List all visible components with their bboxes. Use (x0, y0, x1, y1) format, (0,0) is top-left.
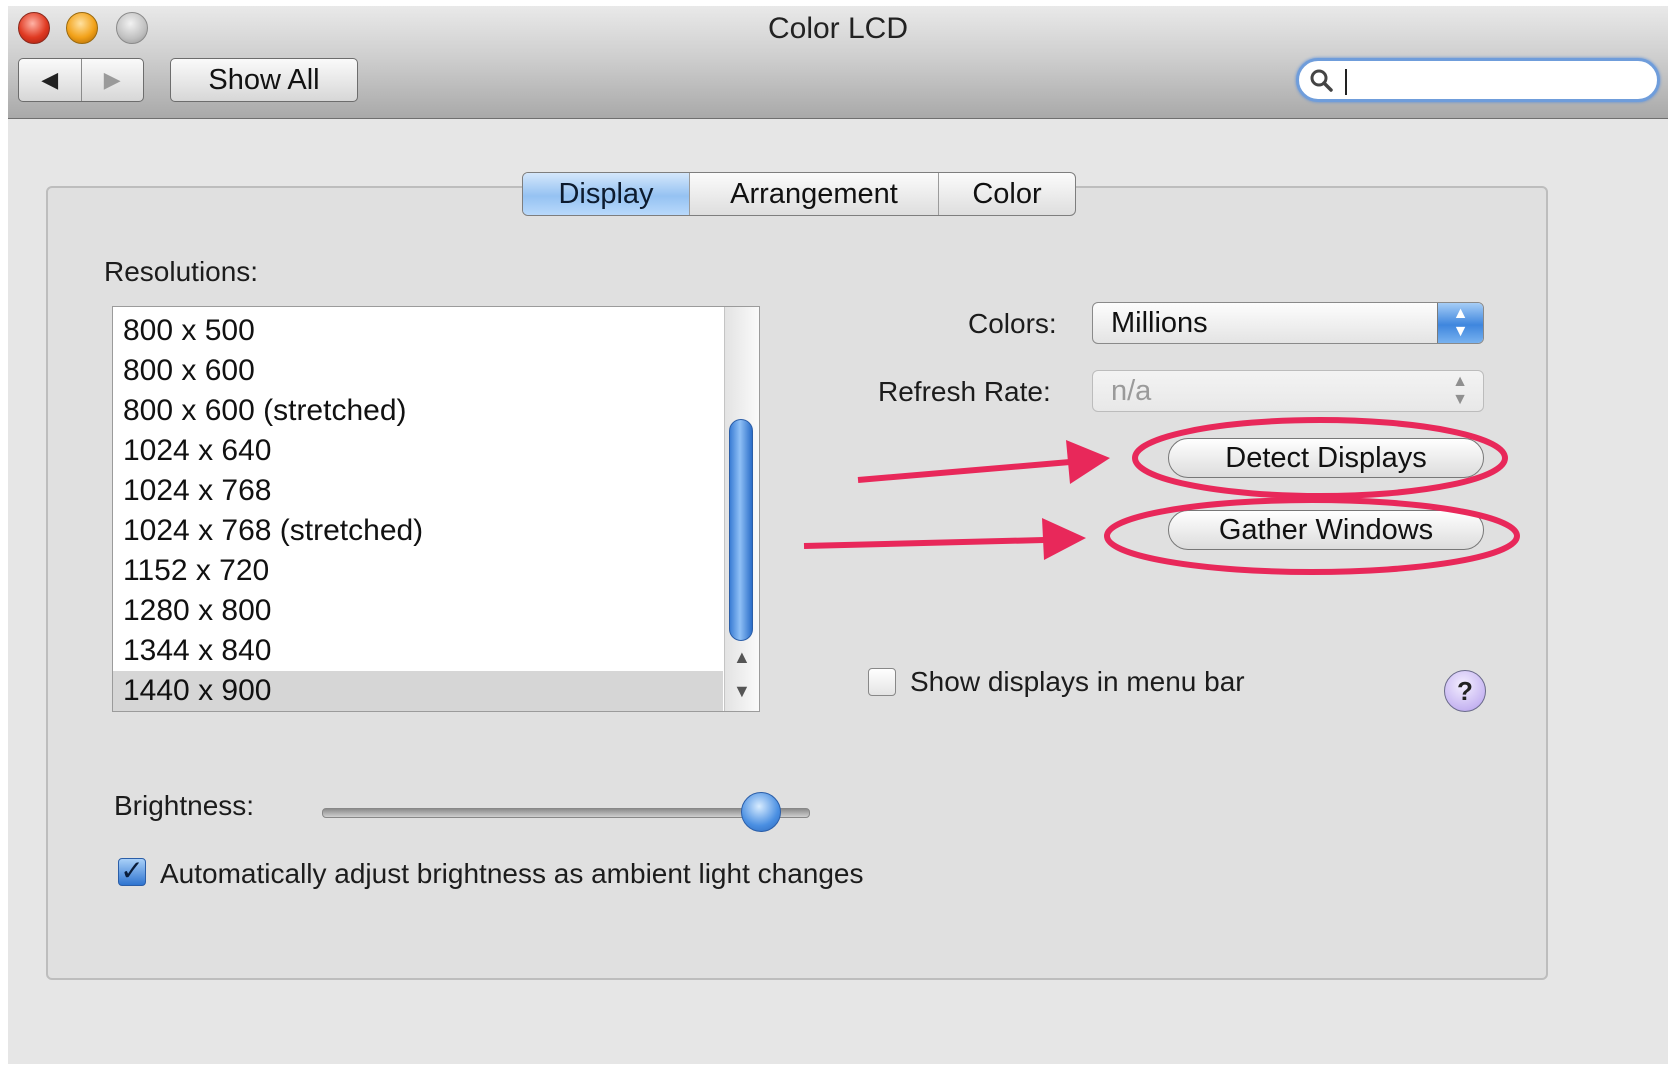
nav-buttons: ◀ ▶ (18, 58, 144, 102)
scroll-down-arrow-icon[interactable]: ▼ (733, 681, 751, 702)
preferences-window: Color LCD ◀ ▶ Show All Display Arrangeme… (8, 6, 1668, 1064)
show-displays-checkbox[interactable] (868, 668, 896, 696)
list-item[interactable]: 1344 x 840 (113, 631, 723, 671)
detect-displays-button[interactable]: Detect Displays (1168, 438, 1484, 478)
popup-stepper-icon: ▲ ▼ (1452, 373, 1468, 408)
list-item-selected[interactable]: 1440 x 900 (113, 671, 723, 711)
list-item[interactable]: 1024 x 640 (113, 431, 723, 471)
window-title: Color LCD (767, 12, 909, 45)
resolutions-label: Resolutions: (104, 256, 259, 287)
search-icon (1310, 69, 1333, 92)
popup-stepper-icon: ▲ ▼ (1437, 303, 1483, 343)
refresh-rate-popup: n/a ▲ ▼ (1092, 370, 1484, 412)
brightness-slider[interactable] (322, 808, 810, 818)
back-arrow-icon: ◀ (41, 67, 59, 92)
scroll-up-arrow-icon[interactable]: ▲ (733, 647, 751, 668)
resolutions-list: 800 x 500 800 x 600 800 x 600 (stretched… (112, 306, 760, 712)
list-scrollbar[interactable]: ▲ ▼ (724, 307, 759, 711)
tab-display[interactable]: Display (523, 173, 689, 215)
back-button[interactable]: ◀ (19, 59, 81, 101)
auto-brightness-label: Automatically adjust brightness as ambie… (160, 858, 864, 889)
refresh-rate-label: Refresh Rate: (878, 376, 1051, 407)
tab-arrangement[interactable]: Arrangement (689, 173, 938, 215)
search-input[interactable] (1296, 58, 1660, 102)
auto-brightness-checkbox[interactable]: ✓ (118, 855, 146, 886)
show-displays-label: Show displays in menu bar (910, 666, 1245, 697)
list-item[interactable]: 1024 x 768 (113, 471, 723, 511)
list-item[interactable]: 1280 x 800 (113, 591, 723, 631)
tab-bar: Display Arrangement Color (522, 172, 1076, 216)
title-bar: Color LCD ◀ ▶ Show All (8, 6, 1668, 119)
forward-arrow-icon: ▶ (103, 67, 121, 92)
list-item[interactable]: 800 x 600 (113, 351, 723, 391)
scrollbar-thumb[interactable] (729, 419, 753, 641)
colors-popup[interactable]: Millions ▲ ▼ (1092, 302, 1484, 344)
list-item[interactable]: 1024 x 768 (stretched) (113, 511, 723, 551)
text-cursor (1345, 69, 1347, 95)
forward-button[interactable]: ▶ (80, 59, 144, 101)
colors-label: Colors: (968, 308, 1057, 339)
list-item[interactable]: 1152 x 720 (113, 551, 723, 591)
brightness-label: Brightness: (114, 790, 255, 821)
refresh-rate-value: n/a (1111, 375, 1152, 407)
list-item[interactable]: 800 x 500 (113, 311, 723, 351)
colors-value: Millions (1111, 307, 1208, 339)
tab-color[interactable]: Color (938, 173, 1075, 215)
list-item[interactable]: 800 x 600 (stretched) (113, 391, 723, 431)
help-button[interactable]: ? (1444, 670, 1486, 712)
gather-windows-button[interactable]: Gather Windows (1168, 510, 1484, 550)
show-all-button[interactable]: Show All (170, 58, 358, 102)
checkmark-icon: ✓ (120, 855, 144, 886)
brightness-slider-knob[interactable] (741, 792, 782, 832)
